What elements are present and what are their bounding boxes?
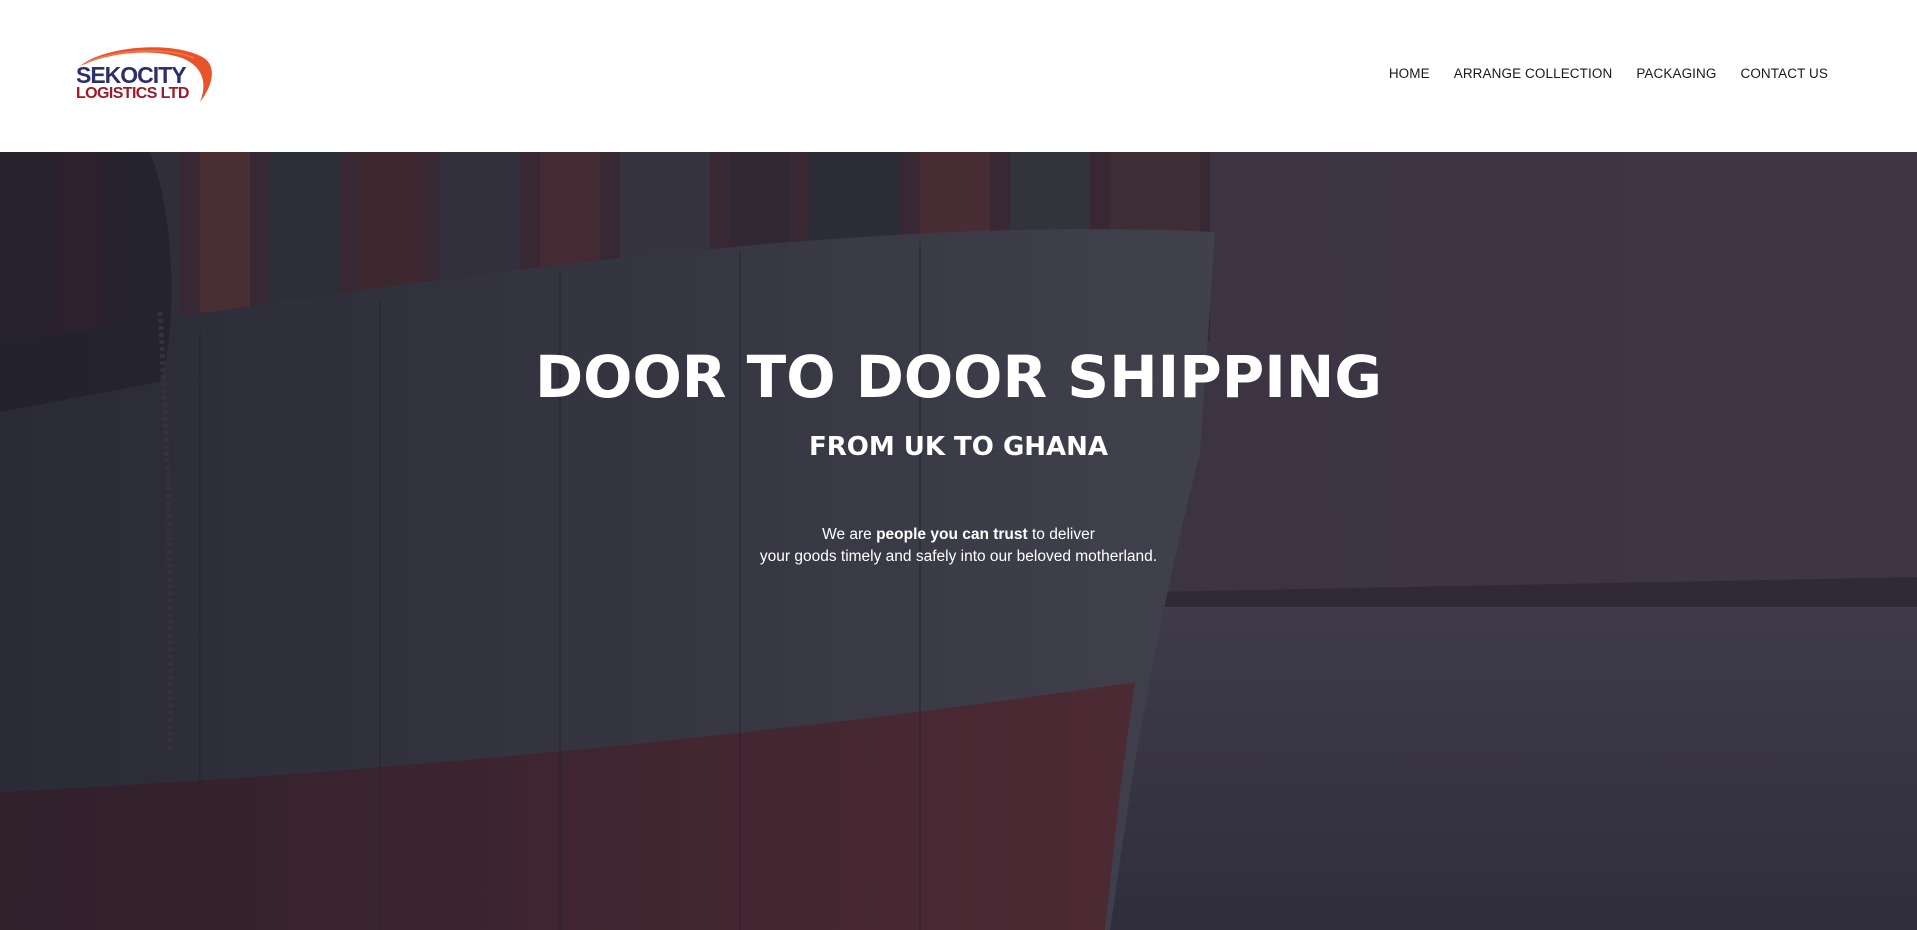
logo-tagline: LOGISTICS LTD (76, 85, 189, 102)
nav-packaging[interactable]: PACKAGING (1624, 66, 1728, 81)
hero-description: We are people you can trust to deliver y… (0, 524, 1917, 568)
hero-text-suffix: to deliver (1027, 526, 1095, 543)
logo-name: SEKOCITY (76, 62, 187, 88)
main-nav: HOME ARRANGE COLLECTION PACKAGING CONTAC… (1377, 66, 1828, 81)
hero-text-line2: your goods timely and safely into our be… (759, 548, 1158, 565)
nav-contact-us[interactable]: CONTACT US (1728, 66, 1828, 81)
logo[interactable]: SEKOCITY LOGISTICS LTD (74, 44, 214, 106)
hero-title: DOOR TO DOOR SHIPPING (535, 343, 1382, 411)
site-header: SEKOCITY LOGISTICS LTD HOME ARRANGE COLL… (0, 0, 1917, 152)
hero-section: DOOR TO DOOR SHIPPING FROM UK TO GHANA W… (0, 152, 1917, 930)
nav-arrange-collection[interactable]: ARRANGE COLLECTION (1442, 66, 1625, 81)
nav-home[interactable]: HOME (1377, 66, 1442, 81)
hero-subtitle: FROM UK TO GHANA (808, 432, 1109, 462)
hero-text-highlight: people you can trust (876, 526, 1028, 543)
hero-text-prefix: We are (822, 526, 877, 543)
